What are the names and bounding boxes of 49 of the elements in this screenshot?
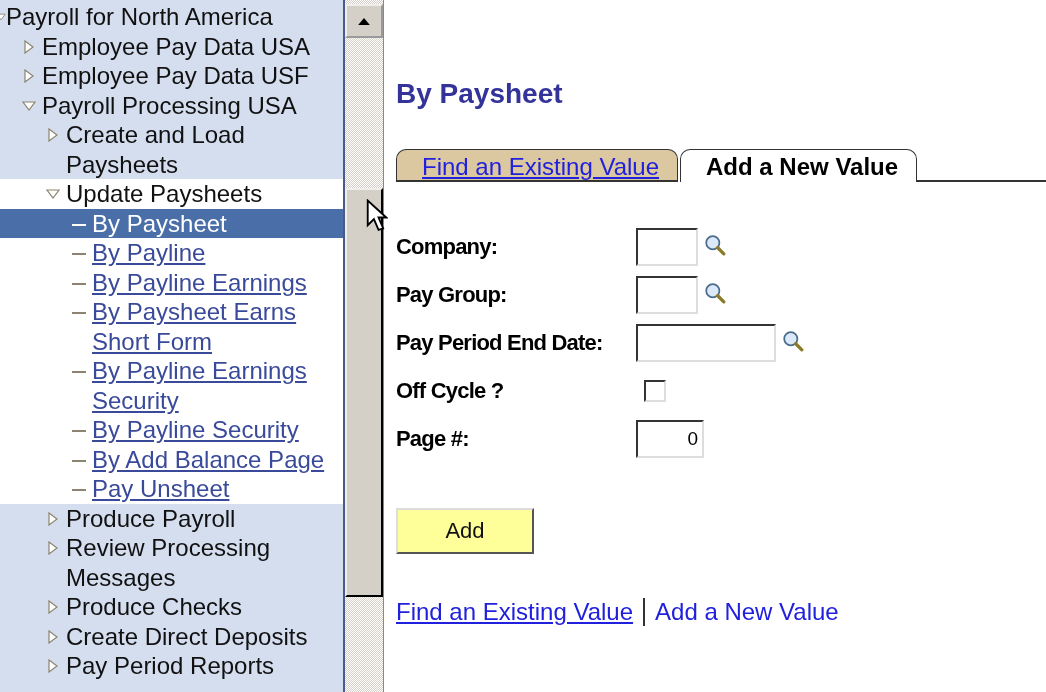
scrollbar-thumb[interactable] [345, 188, 383, 597]
collapsed-triangle-icon[interactable] [46, 541, 60, 555]
collapsed-triangle-icon[interactable] [22, 39, 36, 54]
number-field[interactable]: 0 [636, 420, 704, 458]
field-label: Page #: [396, 426, 470, 452]
dash-icon [72, 429, 86, 433]
menu-item[interactable]: Payroll Processing USA [42, 90, 297, 120]
tab[interactable]: Find an Existing Value [396, 149, 679, 182]
dash-icon [72, 370, 86, 374]
search-icon[interactable] [782, 330, 804, 352]
collapsed-triangle-icon[interactable] [46, 600, 60, 614]
menu-item[interactable]: Pay Period Reports [66, 651, 275, 681]
menu-item[interactable]: Produce Payroll [66, 503, 236, 533]
input-field[interactable] [636, 324, 776, 362]
collapsed-triangle-icon[interactable] [22, 69, 36, 83]
field-label: Off Cycle ? [396, 378, 505, 404]
up-arrow-icon [358, 17, 370, 25]
link[interactable]: Add a New Value [655, 598, 839, 626]
menu-item[interactable]: Create Direct Deposits [66, 621, 308, 651]
link[interactable]: Find an Existing Value [396, 598, 634, 626]
dash-icon [72, 311, 86, 315]
scrollbar[interactable] [345, 0, 384, 692]
menu-item[interactable]: Employee Pay Data USF [42, 61, 309, 91]
collapsed-triangle-icon[interactable] [46, 128, 60, 142]
tab[interactable]: Add a New Value [680, 149, 918, 182]
field-label: Pay Group: [396, 282, 508, 308]
scroll-up-button[interactable] [345, 4, 383, 38]
dash-icon [72, 252, 86, 256]
collapsed-triangle-icon[interactable] [46, 511, 60, 526]
menu-item[interactable]: Employee Pay Data USA [42, 31, 311, 61]
search-icon[interactable] [704, 282, 726, 304]
menu-item[interactable]: Create and Load Paysheets [66, 120, 337, 179]
menu-item[interactable]: Payroll for North America [6, 2, 273, 32]
input-field[interactable] [636, 228, 698, 266]
checkbox[interactable] [644, 380, 666, 402]
dash-icon [72, 488, 86, 492]
search-icon[interactable] [704, 234, 726, 256]
expanded-triangle-icon[interactable] [46, 187, 60, 201]
menu-item[interactable]: Produce Checks [66, 592, 243, 622]
expanded-triangle-icon[interactable] [22, 98, 36, 113]
field-label: Company: [396, 234, 499, 260]
field-label: Pay Period End Date: [396, 330, 604, 356]
mouse-pointer-icon [366, 199, 388, 233]
collapsed-triangle-icon[interactable] [46, 659, 60, 673]
menu-item[interactable]: Review Processing Messages [66, 533, 337, 592]
collapsed-triangle-icon[interactable] [46, 629, 60, 644]
input-field[interactable] [636, 276, 698, 314]
add-button[interactable]: Add [396, 508, 534, 554]
page-title: By Paysheet [396, 78, 564, 110]
